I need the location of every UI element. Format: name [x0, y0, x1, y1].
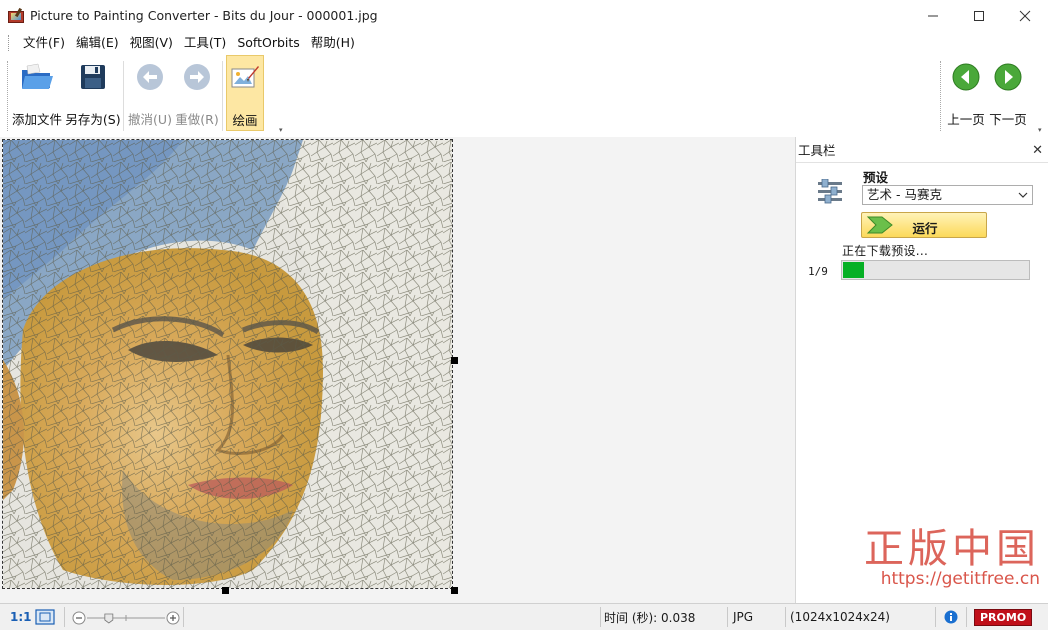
status-divider — [935, 607, 936, 627]
resize-handle-right[interactable] — [451, 357, 458, 364]
menu-grip — [8, 35, 10, 51]
redo-label: 重做(R) — [175, 112, 219, 127]
status-divider — [600, 607, 601, 627]
floppy-disk-icon — [75, 59, 111, 95]
menu-file[interactable]: 文件(F) — [18, 31, 70, 55]
preset-selected-value: 艺术 - 马赛克 — [867, 187, 942, 202]
watermark-url: https://getitfree.cn — [880, 569, 1040, 589]
info-icon — [944, 610, 958, 624]
redo-button[interactable]: 重做(R) — [175, 55, 219, 131]
window-title: Picture to Painting Converter - Bits du … — [30, 8, 378, 23]
zoom-slider-thumb — [104, 613, 114, 624]
panel-header: 工具栏 ✕ — [796, 137, 1048, 163]
info-button[interactable] — [944, 604, 958, 630]
next-arrow-icon — [990, 59, 1026, 95]
title-bar: Picture to Painting Converter - Bits du … — [0, 0, 1048, 31]
resize-handle-bottom[interactable] — [222, 587, 229, 594]
image-format: JPG — [733, 610, 754, 624]
toolbar-grip — [940, 61, 942, 131]
app-icon — [8, 7, 24, 24]
close-icon — [1019, 10, 1031, 21]
progress-bar-fill — [843, 262, 864, 278]
panel-close-icon[interactable]: ✕ — [1032, 143, 1043, 158]
run-label: 运行 — [912, 221, 938, 236]
status-divider — [785, 607, 786, 627]
panel-title: 工具栏 — [798, 143, 836, 158]
undo-label: 撤消(U) — [128, 112, 172, 127]
watermark: 正版中国 https://getitfree.cn — [860, 527, 1040, 589]
toolbar-overflow-icon[interactable]: ▾ — [279, 126, 283, 134]
maximize-icon — [974, 10, 984, 21]
processing-time: 时间 (秒): 0.038 — [604, 610, 696, 625]
zoom-slider[interactable] — [72, 611, 180, 625]
image-dimensions: (1024x1024x24) — [790, 610, 890, 624]
sliders-icon — [816, 178, 844, 205]
toolbar-divider — [123, 61, 124, 131]
undo-button[interactable]: 撤消(U) — [128, 55, 172, 131]
prev-page-label: 上一页 — [947, 112, 985, 127]
previous-arrow-icon — [948, 59, 984, 95]
actual-size-button[interactable]: 1:1 — [10, 610, 32, 624]
fit-to-window-button[interactable] — [35, 604, 55, 630]
resize-handle-corner[interactable] — [451, 587, 458, 594]
status-divider — [727, 607, 728, 627]
run-button[interactable]: 运行 — [861, 212, 987, 238]
paint-label: 绘画 — [232, 113, 258, 128]
minimize-icon — [928, 15, 938, 16]
prev-page-button[interactable]: 上一页 — [946, 55, 986, 131]
toolbar-grip — [7, 61, 9, 131]
minimize-button[interactable] — [910, 0, 956, 31]
status-divider — [64, 607, 65, 627]
toolbar: 添加文件 另存为(S) 撤消(U) 重做(R) 绘画 ▾ 上一页 下一页 ▾ — [0, 55, 1048, 137]
menu-bar: 文件(F) 编辑(E) 视图(V) 工具(T) SoftOrbits 帮助(H) — [0, 31, 1048, 55]
save-as-button[interactable]: 另存为(S) — [65, 55, 121, 131]
preset-label: 预设 — [863, 170, 889, 185]
status-divider — [183, 607, 184, 627]
toolbar-divider — [222, 61, 223, 131]
fit-window-icon — [35, 609, 55, 625]
status-divider — [966, 607, 967, 627]
add-file-label: 添加文件 — [12, 112, 63, 127]
menu-help[interactable]: 帮助(H) — [306, 31, 360, 55]
maximize-button[interactable] — [956, 0, 1002, 31]
redo-arrow-icon — [179, 59, 215, 95]
menu-edit[interactable]: 编辑(E) — [71, 31, 124, 55]
status-bar: 1:1 时间 (秒): 0.038 JPG (1024x1024x24) PRO… — [0, 603, 1048, 630]
menu-tools[interactable]: 工具(T) — [179, 31, 231, 55]
watermark-chinese-text: 正版中国 — [864, 526, 1040, 572]
next-page-label: 下一页 — [989, 112, 1027, 127]
paint-button[interactable]: 绘画 — [226, 55, 264, 131]
chevron-down-icon — [1018, 192, 1028, 198]
add-file-button[interactable]: 添加文件 — [12, 55, 62, 131]
close-button[interactable] — [1002, 0, 1048, 31]
mosaic-portrait-image[interactable] — [2, 139, 453, 589]
toolbar-overflow-icon[interactable]: ▾ — [1038, 126, 1042, 134]
image-canvas[interactable] — [0, 137, 795, 603]
undo-arrow-icon — [132, 59, 168, 95]
open-folder-icon — [19, 59, 55, 95]
menu-view[interactable]: 视图(V) — [125, 31, 178, 55]
menu-softorbits[interactable]: SoftOrbits — [232, 31, 304, 55]
preset-dropdown[interactable]: 艺术 - 马赛克 — [862, 185, 1033, 205]
next-page-button[interactable]: 下一页 — [988, 55, 1028, 131]
paint-canvas-icon — [227, 60, 263, 96]
save-as-label: 另存为(S) — [65, 112, 121, 127]
download-status-text: 正在下载预设... — [842, 244, 929, 258]
progress-bar — [841, 260, 1030, 280]
promo-badge[interactable]: PROMO — [974, 608, 1033, 626]
progress-count: 1/9 — [808, 265, 828, 278]
